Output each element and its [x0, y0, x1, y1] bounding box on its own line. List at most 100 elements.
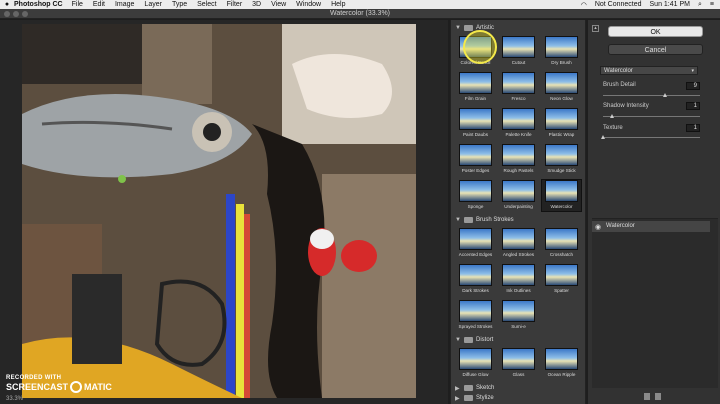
filter-thumbnail [502, 36, 535, 58]
filter-sponge[interactable]: Sponge [455, 179, 496, 212]
slider-knob[interactable] [610, 114, 615, 118]
category-sketch[interactable]: ▶ Sketch [451, 383, 585, 393]
slider-knob[interactable] [600, 135, 605, 139]
distort-grid: Diffuse Glow Glass Ocean Ripple [451, 345, 585, 383]
texture-slider[interactable] [600, 135, 700, 139]
preview-image[interactable] [22, 24, 416, 398]
brush-detail-slider[interactable] [603, 93, 700, 97]
effect-layers-list [592, 218, 718, 388]
filter-label: Underpainting [504, 204, 533, 209]
screencast-watermark: RECORDED WITH SCREENCAST MATIC [6, 375, 112, 393]
collapse-gallery-icon[interactable]: ▴ [592, 25, 599, 32]
filter-ocean-ripple[interactable]: Ocean Ripple [541, 347, 582, 380]
delete-effect-layer-icon[interactable] [655, 393, 661, 400]
preview-area[interactable] [0, 20, 448, 404]
category-label: Distort [476, 337, 494, 343]
texture-input[interactable]: 1 [686, 124, 700, 132]
filter-fresco[interactable]: Fresco [498, 71, 539, 104]
filter-label: Crosshatch [549, 252, 574, 257]
effect-layer-watercolor[interactable]: Watercolor [592, 221, 710, 232]
brush-detail-input[interactable]: 9 [686, 82, 700, 90]
filter-gallery[interactable]: ▼ Artistic Colored Pencil Cutout Dry Bru… [450, 20, 586, 404]
filter-dry-brush[interactable]: Dry Brush [541, 35, 582, 68]
expanded-triangle-icon[interactable]: ▼ [455, 217, 461, 223]
filter-palette-knife[interactable]: Palette Knife [498, 107, 539, 140]
filter-dark-strokes[interactable]: Dark Strokes [455, 263, 496, 296]
menu-layer[interactable]: Layer [144, 1, 162, 8]
filter-rough-pastels[interactable]: Rough Pastels [498, 143, 539, 176]
filter-cutout[interactable]: Cutout [498, 35, 539, 68]
shadow-intensity-label: Shadow Intensity [603, 103, 649, 109]
filter-thumbnail [502, 228, 535, 250]
menu-image[interactable]: Image [115, 1, 134, 8]
menu-3d[interactable]: 3D [252, 1, 261, 8]
filter-smudge-stick[interactable]: Smudge Stick [541, 143, 582, 176]
category-brush-strokes[interactable]: ▼ Brush Strokes [451, 215, 585, 225]
cancel-button[interactable]: Cancel [608, 44, 703, 55]
dialog-titlebar: Watercolor (33.3%) [0, 9, 720, 19]
filter-watercolor[interactable]: Watercolor [541, 179, 582, 212]
menu-select[interactable]: Select [197, 1, 216, 8]
filter-diffuse-glow[interactable]: Diffuse Glow [455, 347, 496, 380]
filter-neon-glow[interactable]: Neon Glow [541, 71, 582, 104]
menu-window[interactable]: Window [296, 1, 321, 8]
filter-label: Angled Strokes [502, 252, 535, 257]
apple-icon[interactable]: ● [0, 1, 14, 8]
category-distort[interactable]: ▼ Distort [451, 335, 585, 345]
filter-colored-pencil[interactable]: Colored Pencil [455, 35, 496, 68]
filter-thumbnail [545, 180, 578, 202]
ok-button[interactable]: OK [608, 26, 703, 37]
category-stylize[interactable]: ▶ Stylize [451, 393, 585, 403]
menu-view[interactable]: View [271, 1, 286, 8]
filter-select[interactable]: Watercolor ▾ [600, 66, 698, 75]
menu-help[interactable]: Help [331, 1, 345, 8]
expanded-triangle-icon[interactable]: ▼ [455, 25, 461, 31]
filter-select-value: Watercolor [604, 68, 633, 74]
filter-poster-edges[interactable]: Poster Edges [455, 143, 496, 176]
filter-angled-strokes[interactable]: Angled Strokes [498, 227, 539, 260]
category-label: Stylize [476, 395, 494, 401]
slider-knob[interactable] [662, 93, 667, 97]
menu-type[interactable]: Type [172, 1, 187, 8]
shadow-intensity-input[interactable]: 1 [686, 102, 700, 110]
clock[interactable]: Sun 1:41 PM [650, 1, 690, 8]
wifi-icon[interactable]: ◠ [581, 1, 587, 9]
new-effect-layer-icon[interactable] [644, 393, 650, 400]
menu-filter[interactable]: Filter [227, 1, 243, 8]
shadow-intensity-slider[interactable] [603, 114, 700, 118]
filter-plastic-wrap[interactable]: Plastic Wrap [541, 107, 582, 140]
filter-underpainting[interactable]: Underpainting [498, 179, 539, 212]
folder-icon [464, 217, 473, 223]
filter-thumbnail [502, 264, 535, 286]
filter-spatter[interactable]: Spatter [541, 263, 582, 296]
zoom-level[interactable]: 33.3% [6, 396, 23, 402]
collapsed-triangle-icon[interactable]: ▶ [455, 385, 461, 392]
filter-sprayed-strokes[interactable]: Sprayed Strokes [455, 299, 496, 332]
search-icon[interactable]: ⌕ [698, 1, 702, 9]
filter-label: Sumi-e [511, 324, 526, 329]
filter-label: Diffuse Glow [462, 372, 489, 377]
filter-sumi-e[interactable]: Sumi-e [498, 299, 539, 332]
app-menu[interactable]: Photoshop CC [14, 1, 63, 8]
collapsed-triangle-icon[interactable]: ▶ [455, 395, 461, 402]
layer-actions [644, 393, 661, 400]
filter-thumbnail [459, 228, 492, 250]
wifi-status[interactable]: Not Connected [595, 1, 642, 8]
eye-icon[interactable]: ◉ [595, 223, 601, 231]
filter-label: Poster Edges [461, 168, 490, 173]
filter-accented-edges[interactable]: Accented Edges [455, 227, 496, 260]
menu-file[interactable]: File [72, 1, 83, 8]
filter-ink-outlines[interactable]: Ink Outlines [498, 263, 539, 296]
folder-icon [464, 25, 473, 31]
filter-glass[interactable]: Glass [498, 347, 539, 380]
menu-list-icon[interactable]: ≡ [710, 1, 714, 8]
watermark-line2a: SCREENCAST [6, 381, 69, 392]
menu-edit[interactable]: Edit [93, 1, 105, 8]
texture-label: Texture [603, 125, 623, 131]
category-artistic[interactable]: ▼ Artistic [451, 23, 585, 33]
filter-thumbnail [545, 72, 578, 94]
expanded-triangle-icon[interactable]: ▼ [455, 337, 461, 343]
filter-paint-daubs[interactable]: Paint Daubs [455, 107, 496, 140]
filter-crosshatch[interactable]: Crosshatch [541, 227, 582, 260]
filter-film-grain[interactable]: Film Grain [455, 71, 496, 104]
